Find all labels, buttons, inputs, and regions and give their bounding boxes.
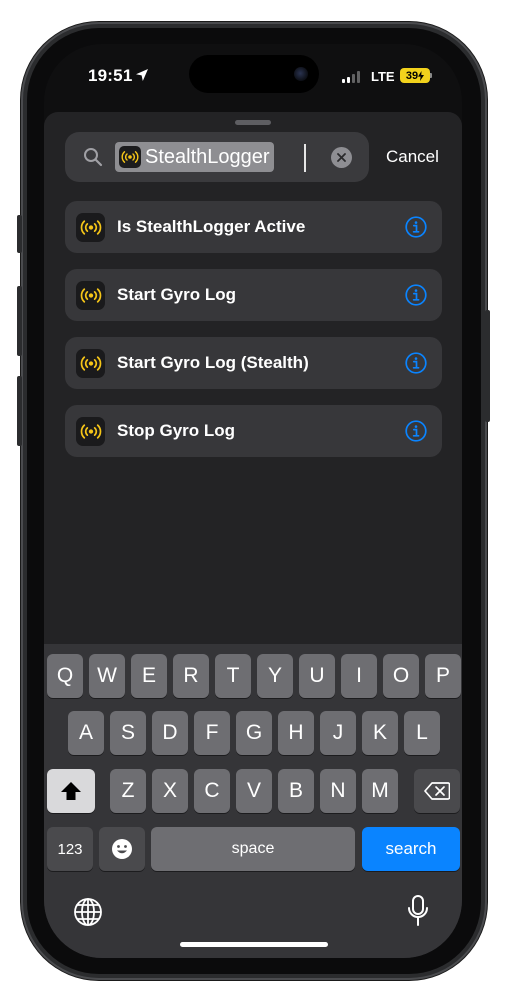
key-v[interactable]: V	[236, 769, 272, 813]
dynamic-island	[189, 55, 319, 93]
stealthlogger-app-icon	[76, 417, 105, 446]
text-caret	[304, 144, 306, 172]
microphone-icon[interactable]	[407, 894, 429, 928]
location-arrow-icon	[136, 69, 148, 81]
network-type: LTE	[371, 69, 395, 84]
key-x[interactable]: X	[152, 769, 188, 813]
key-g[interactable]: G	[236, 711, 272, 755]
stealthlogger-app-icon	[76, 281, 105, 310]
key-c[interactable]: C	[194, 769, 230, 813]
result-label: Is StealthLogger Active	[117, 217, 306, 236]
search-icon	[84, 148, 103, 167]
info-icon[interactable]	[405, 216, 427, 238]
result-row[interactable]: Start Gyro Log (Stealth)	[65, 337, 442, 389]
key-z[interactable]: Z	[110, 769, 146, 813]
screen: 19:51 LTE 39 StealthLogger Cancel Is Ste…	[44, 44, 462, 958]
emoji-icon	[112, 839, 132, 859]
key-s[interactable]: S	[110, 711, 146, 755]
key-o[interactable]: O	[383, 654, 419, 698]
key-y[interactable]: Y	[257, 654, 293, 698]
emoji-key[interactable]	[99, 827, 145, 871]
search-key[interactable]: search	[362, 827, 460, 871]
home-indicator[interactable]	[180, 942, 328, 947]
charging-bolt-icon	[418, 70, 425, 81]
space-key[interactable]: space	[151, 827, 355, 871]
key-h[interactable]: H	[278, 711, 314, 755]
clear-search-button[interactable]	[331, 147, 352, 168]
key-w[interactable]: W	[89, 654, 125, 698]
key-i[interactable]: I	[341, 654, 377, 698]
status-time: 19:51	[88, 66, 133, 85]
numbers-key[interactable]: 123	[47, 827, 93, 871]
stealthlogger-app-icon	[76, 213, 105, 242]
shift-icon	[61, 782, 81, 800]
info-icon[interactable]	[405, 284, 427, 306]
delete-key[interactable]	[414, 769, 460, 813]
key-p[interactable]: P	[425, 654, 461, 698]
results-list: Is StealthLogger Active Start Gyro Log Sta…	[65, 201, 442, 473]
battery-indicator: 39	[400, 68, 430, 83]
search-token-selected[interactable]: StealthLogger	[115, 142, 274, 172]
result-label: Start Gyro Log	[117, 285, 237, 304]
action-button	[17, 215, 22, 253]
key-d[interactable]: D	[152, 711, 188, 755]
key-t[interactable]: T	[215, 654, 251, 698]
battery-tip	[430, 73, 432, 78]
globe-icon[interactable]	[72, 896, 104, 928]
close-icon	[337, 153, 346, 162]
keyboard: Q W E R T Y U I O P A S D F G H J K L Z X C V B N M 123 space search	[44, 644, 462, 958]
key-k[interactable]: K	[362, 711, 398, 755]
delete-backspace-icon	[424, 782, 450, 800]
key-b[interactable]: B	[278, 769, 314, 813]
cellular-signal-icon	[342, 71, 364, 83]
key-m[interactable]: M	[362, 769, 398, 813]
stealthlogger-app-icon	[76, 349, 105, 378]
power-button	[485, 310, 490, 422]
info-icon[interactable]	[405, 420, 427, 442]
status-bar: 19:51 LTE 39	[44, 44, 462, 104]
result-label: Stop Gyro Log	[117, 421, 236, 440]
stealthlogger-app-icon	[119, 146, 141, 168]
camera-icon	[294, 67, 308, 81]
sheet-grabber[interactable]	[235, 120, 271, 125]
result-row[interactable]: Is StealthLogger Active	[65, 201, 442, 253]
battery-level: 39	[405, 69, 419, 82]
key-q[interactable]: Q	[47, 654, 83, 698]
search-field[interactable]: StealthLogger	[65, 132, 369, 182]
info-icon[interactable]	[405, 352, 427, 374]
shift-key[interactable]	[47, 769, 95, 813]
volume-up-button	[17, 286, 22, 356]
cancel-button[interactable]: Cancel	[386, 147, 439, 167]
key-e[interactable]: E	[131, 654, 167, 698]
key-u[interactable]: U	[299, 654, 335, 698]
key-n[interactable]: N	[320, 769, 356, 813]
result-row[interactable]: Stop Gyro Log	[65, 405, 442, 457]
result-label: Start Gyro Log (Stealth)	[117, 353, 309, 372]
volume-down-button	[17, 376, 22, 446]
search-query-text: StealthLogger	[145, 145, 270, 168]
key-a[interactable]: A	[68, 711, 104, 755]
key-l[interactable]: L	[404, 711, 440, 755]
key-r[interactable]: R	[173, 654, 209, 698]
key-f[interactable]: F	[194, 711, 230, 755]
key-j[interactable]: J	[320, 711, 356, 755]
result-row[interactable]: Start Gyro Log	[65, 269, 442, 321]
